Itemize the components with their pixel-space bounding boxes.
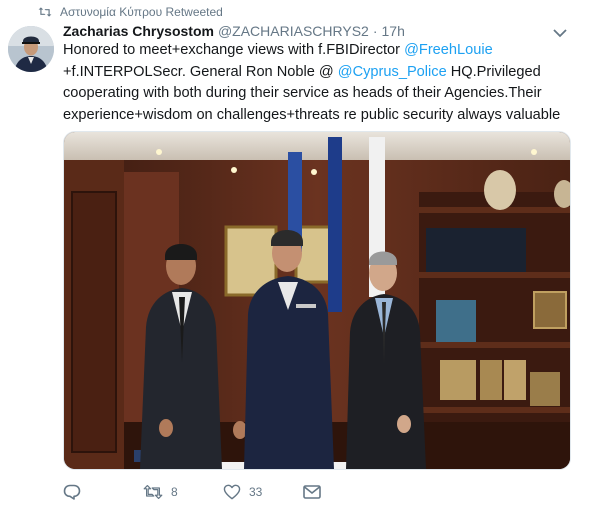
tweet-text: Honored to meet+exchange views with f.FB… [63, 40, 571, 126]
mention-link[interactable]: @FreehLouie [404, 42, 493, 58]
photo-image [64, 132, 570, 469]
tweet-actions: 8 33 [63, 482, 321, 502]
tweet-text-part: Honored to meet+exchange views with f.FB… [63, 42, 405, 58]
avatar-image [8, 26, 54, 72]
reply-button[interactable] [63, 484, 143, 500]
direct-message-button[interactable] [303, 484, 321, 500]
reply-icon [63, 484, 81, 500]
retweet-icon [38, 7, 52, 17]
tweet-header: Zacharias Chrysostom @ZACHARIASCHRYS2 · … [63, 23, 405, 39]
author-name[interactable]: Zacharias Chrysostom [63, 23, 214, 39]
author-handle[interactable]: @ZACHARIASCHRYS2 [218, 23, 369, 39]
like-button[interactable]: 33 [223, 484, 303, 500]
retweet-button[interactable]: 8 [143, 484, 223, 500]
envelope-icon [303, 485, 321, 499]
separator-dot: · [372, 23, 378, 39]
tweet[interactable]: Αστυνομία Κύπρου Retweeted Zacharias Chr… [0, 0, 591, 508]
heart-icon [223, 484, 241, 500]
chevron-down-icon[interactable] [553, 28, 567, 38]
retweet-context: Αστυνομία Κύπρου Retweeted [38, 4, 223, 20]
retweet-count: 8 [171, 485, 178, 499]
tweet-text-part: +f.INTERPOLSecr. General Ron Noble @ [63, 63, 338, 80]
like-count: 33 [249, 485, 263, 499]
retweet-icon [143, 485, 163, 499]
tweet-timestamp[interactable]: 17h [382, 23, 405, 39]
tweet-photo[interactable] [63, 131, 571, 470]
retweet-context-label[interactable]: Αστυνομία Κύπρου Retweeted [60, 5, 223, 19]
avatar[interactable] [8, 26, 54, 72]
mention-link[interactable]: @Cyprus_Police [338, 64, 447, 80]
